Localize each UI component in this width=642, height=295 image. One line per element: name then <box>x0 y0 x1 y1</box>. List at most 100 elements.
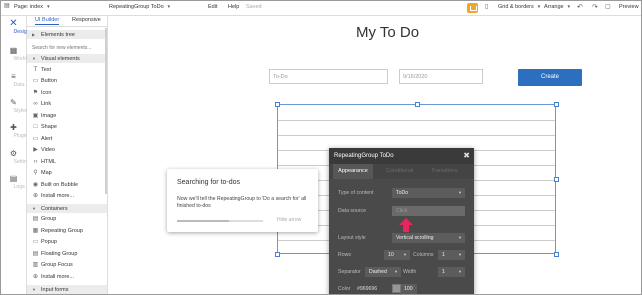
data-source-field[interactable]: Click <box>392 206 465 216</box>
group-focus-icon: ▥ <box>32 262 39 268</box>
containers-section[interactable]: ▼ Containers <box>27 204 107 213</box>
nav-settings[interactable]: ⚙ Settings <box>1 149 32 165</box>
element-label: Install more... <box>41 193 75 199</box>
columns-dropdown[interactable]: 1 ▼ <box>438 250 465 260</box>
element-link[interactable]: ∞ Link <box>27 99 107 110</box>
menu-help[interactable]: Help <box>228 4 239 10</box>
chevron-down-icon: ▼ <box>458 269 462 274</box>
rows-dropdown[interactable]: 10 ▼ <box>384 250 410 260</box>
element-text[interactable]: T Text <box>27 65 107 76</box>
resize-handle[interactable] <box>554 252 559 257</box>
resize-handle[interactable] <box>415 102 420 107</box>
element-built-on-bubble[interactable]: ◉ Built on Bubble <box>27 180 107 191</box>
element-search-input[interactable] <box>30 43 107 53</box>
tab-conditional[interactable]: Conditional <box>386 168 414 174</box>
element-icon[interactable]: ⚑ Icon <box>27 88 107 99</box>
logs-icon: ▤ <box>9 174 18 183</box>
tab-transitions[interactable]: Transitions <box>431 168 458 174</box>
element-alert[interactable]: ▭ Alert <box>27 134 107 145</box>
container-group[interactable]: ▤ Group <box>27 214 107 225</box>
hide-arrow-link[interactable]: Hide arrow <box>277 217 301 223</box>
tab-ui-builder[interactable]: UI Builder <box>35 17 60 25</box>
container-repeating-group[interactable]: ▦ Repeating Group <box>27 226 107 237</box>
element-video[interactable]: ▶ Video <box>27 145 107 156</box>
tab-responsive[interactable]: Responsive <box>72 17 101 23</box>
type-of-content-dropdown[interactable]: ToDo ▼ <box>392 188 465 198</box>
workflow-icon: ▦ <box>9 46 18 55</box>
mobile-view-icon[interactable]: ▯ <box>485 4 488 11</box>
row-divider <box>278 120 555 121</box>
element-label: Text <box>41 67 52 73</box>
container-group-focus[interactable]: ▥ Group Focus <box>27 260 107 271</box>
chevron-down-icon: ▼ <box>458 190 462 195</box>
editor-header[interactable]: RepeatingGroup ToDo ✖ <box>329 148 474 164</box>
close-icon[interactable]: ✖ <box>463 151 470 160</box>
tutorial-pointer-icon <box>399 218 413 232</box>
page-selector[interactable]: Page: index ▼ <box>14 4 51 10</box>
separator-dropdown[interactable]: Dashed ▼ <box>365 267 401 277</box>
grid-borders-menu[interactable]: Grid & borders ▼ <box>498 4 541 10</box>
bookmark-icon[interactable]: ▢ <box>605 4 611 11</box>
visual-elements-section[interactable]: ▼ Visual elements <box>27 54 107 63</box>
chevron-down-icon: ▼ <box>32 287 36 292</box>
element-selector-label: RepeatingGroup ToDo <box>109 4 164 10</box>
layout-style-label: Layout style <box>338 235 366 241</box>
nav-workflow[interactable]: ▦ Workflow <box>1 46 35 62</box>
date-input[interactable]: 9/16/2020 <box>399 69 483 84</box>
container-floating-group[interactable]: ▤ Floating Group <box>27 249 107 260</box>
alert-icon: ▭ <box>32 136 39 142</box>
input-forms-section[interactable]: ▼ Input forms <box>27 285 107 294</box>
container-install-more[interactable]: ⊕ Install more... <box>27 272 107 283</box>
nav-styles-label: Styles <box>13 108 28 114</box>
element-label: Icon <box>41 90 52 96</box>
todo-input[interactable]: To-Do <box>269 69 388 84</box>
design-icon: ✕ <box>9 18 18 29</box>
element-html[interactable]: ‹› HTML <box>27 157 107 168</box>
editor-title: RepeatingGroup ToDo <box>334 153 394 159</box>
color-hex-value[interactable]: #969696 <box>357 286 377 292</box>
floating-group-icon: ▤ <box>32 251 39 257</box>
nav-logs[interactable]: ▤ Logs <box>1 174 26 190</box>
top-bar: ▤ Page: index ▼ RepeatingGroup ToDo ▼ Edit… <box>1 1 641 16</box>
element-shape[interactable]: □ Shape <box>27 122 107 133</box>
element-selector[interactable]: RepeatingGroup ToDo ▼ <box>109 4 171 10</box>
visual-elements-label: Visual elements <box>41 55 80 62</box>
layout-style-dropdown[interactable]: Vertical scrolling ▼ <box>392 233 465 243</box>
containers-label: Containers <box>41 205 68 212</box>
nav-data[interactable]: ≡ Data <box>1 72 26 88</box>
nav-plugins[interactable]: ✚ Plugins <box>1 123 30 139</box>
undo-icon[interactable]: ↶ <box>577 4 583 11</box>
flag-icon: ⚑ <box>32 90 39 96</box>
menu-edit[interactable]: Edit <box>208 4 217 10</box>
opacity-field[interactable]: 100 <box>401 284 417 294</box>
element-map[interactable]: ⚲ Map <box>27 168 107 179</box>
resize-handle[interactable] <box>554 177 559 182</box>
element-install-more[interactable]: ⊕ Install more... <box>27 191 107 202</box>
redo-icon[interactable]: ↷ <box>592 4 598 11</box>
page-title-text[interactable]: My To Do <box>356 24 419 41</box>
width-dropdown[interactable]: 1 ▼ <box>438 267 465 277</box>
element-label: Alert <box>41 136 53 142</box>
element-label: Group <box>41 216 57 222</box>
resize-handle[interactable] <box>275 252 280 257</box>
nav-styles[interactable]: ✎ Styles <box>1 98 28 114</box>
arrange-menu[interactable]: Arrange ▼ <box>544 4 571 10</box>
resize-handle[interactable] <box>275 102 280 107</box>
preview-button[interactable]: Preview <box>619 4 639 10</box>
element-image[interactable]: ▣ Image <box>27 111 107 122</box>
create-button[interactable]: Create <box>518 69 582 86</box>
resize-handle[interactable] <box>554 102 559 107</box>
tab-appearance[interactable]: Appearance <box>333 164 373 179</box>
popup-icon: ▭ <box>32 239 39 245</box>
nav-design[interactable]: ✕ Design <box>1 18 29 36</box>
issues-icon[interactable] <box>467 3 478 13</box>
color-swatch[interactable] <box>392 284 401 293</box>
element-button[interactable]: ▭ Button <box>27 76 107 87</box>
plus-circle-icon: ⊕ <box>32 274 39 280</box>
elements-tree-section[interactable]: ▶ Elements tree <box>27 30 107 39</box>
code-icon: ‹› <box>33 159 38 165</box>
panel-scrollbar[interactable] <box>105 28 107 194</box>
element-label: Video <box>41 147 55 153</box>
width-label: Width <box>403 269 417 275</box>
container-popup[interactable]: ▭ Popup <box>27 237 107 248</box>
